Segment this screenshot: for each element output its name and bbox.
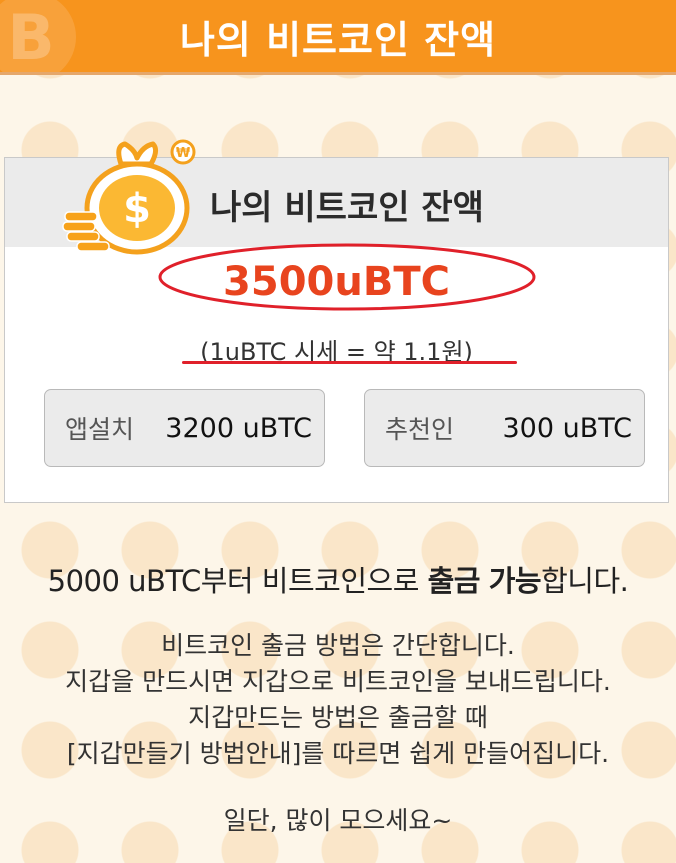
referral-value: 300 uBTC	[502, 412, 632, 444]
balance-amount: 3500uBTC	[223, 259, 450, 305]
guide-line: 지갑만드는 방법은 출금할 때	[188, 703, 488, 732]
underline-annotation	[182, 361, 517, 364]
notice-withdraw: 출금	[427, 564, 481, 598]
bitcoin-icon: B	[0, 0, 76, 72]
card-title: 나의 비트코인 잔액	[210, 188, 484, 228]
svg-text:$: $	[123, 186, 151, 232]
app-header: B 나의 비트코인 잔액	[0, 0, 676, 75]
app-install-label: 앱설치	[65, 415, 135, 444]
guide-line: 비트코인 출금 방법은 간단합니다.	[161, 631, 515, 660]
money-bag-icon: $ ₩	[62, 139, 196, 255]
withdrawal-guide: 비트코인 출금 방법은 간단합니다. 지갑을 만드시면 지갑으로 비트코인을 보…	[0, 628, 676, 772]
balance-card: $ ₩ 나의 비트코인 잔액 3500uBTC (1uBTC 시세 = 약 1.…	[4, 139, 669, 503]
notice-end: 합니다.	[541, 564, 629, 598]
app-install-stat: 앱설치 3200 uBTC	[44, 389, 325, 467]
app-install-value: 3200 uBTC	[165, 412, 312, 444]
svg-text:₩: ₩	[176, 146, 191, 161]
notice-space	[480, 564, 489, 598]
referral-stat: 추천인 300 uBTC	[364, 389, 645, 467]
notice-mid: 부터 비트코인으로	[200, 564, 428, 598]
referral-label: 추천인	[385, 415, 455, 444]
closing-message: 일단, 많이 모으세요~	[223, 806, 453, 835]
guide-line: [지갑만들기 방법안내]를 따르면 쉽게 만들어집니다.	[66, 739, 610, 768]
card-header: $ ₩ 나의 비트코인 잔액	[5, 139, 668, 255]
withdrawal-notice: 5000 uBTC부터 비트코인으로 출금 가능합니다.	[0, 558, 676, 600]
page-title: 나의 비트코인 잔액	[179, 17, 497, 62]
notice-amount: 5000 uBTC	[47, 564, 202, 598]
notice-possible: 가능	[488, 564, 542, 598]
guide-line: 지갑을 만드시면 지갑으로 비트코인을 보내드립니다.	[65, 667, 611, 696]
